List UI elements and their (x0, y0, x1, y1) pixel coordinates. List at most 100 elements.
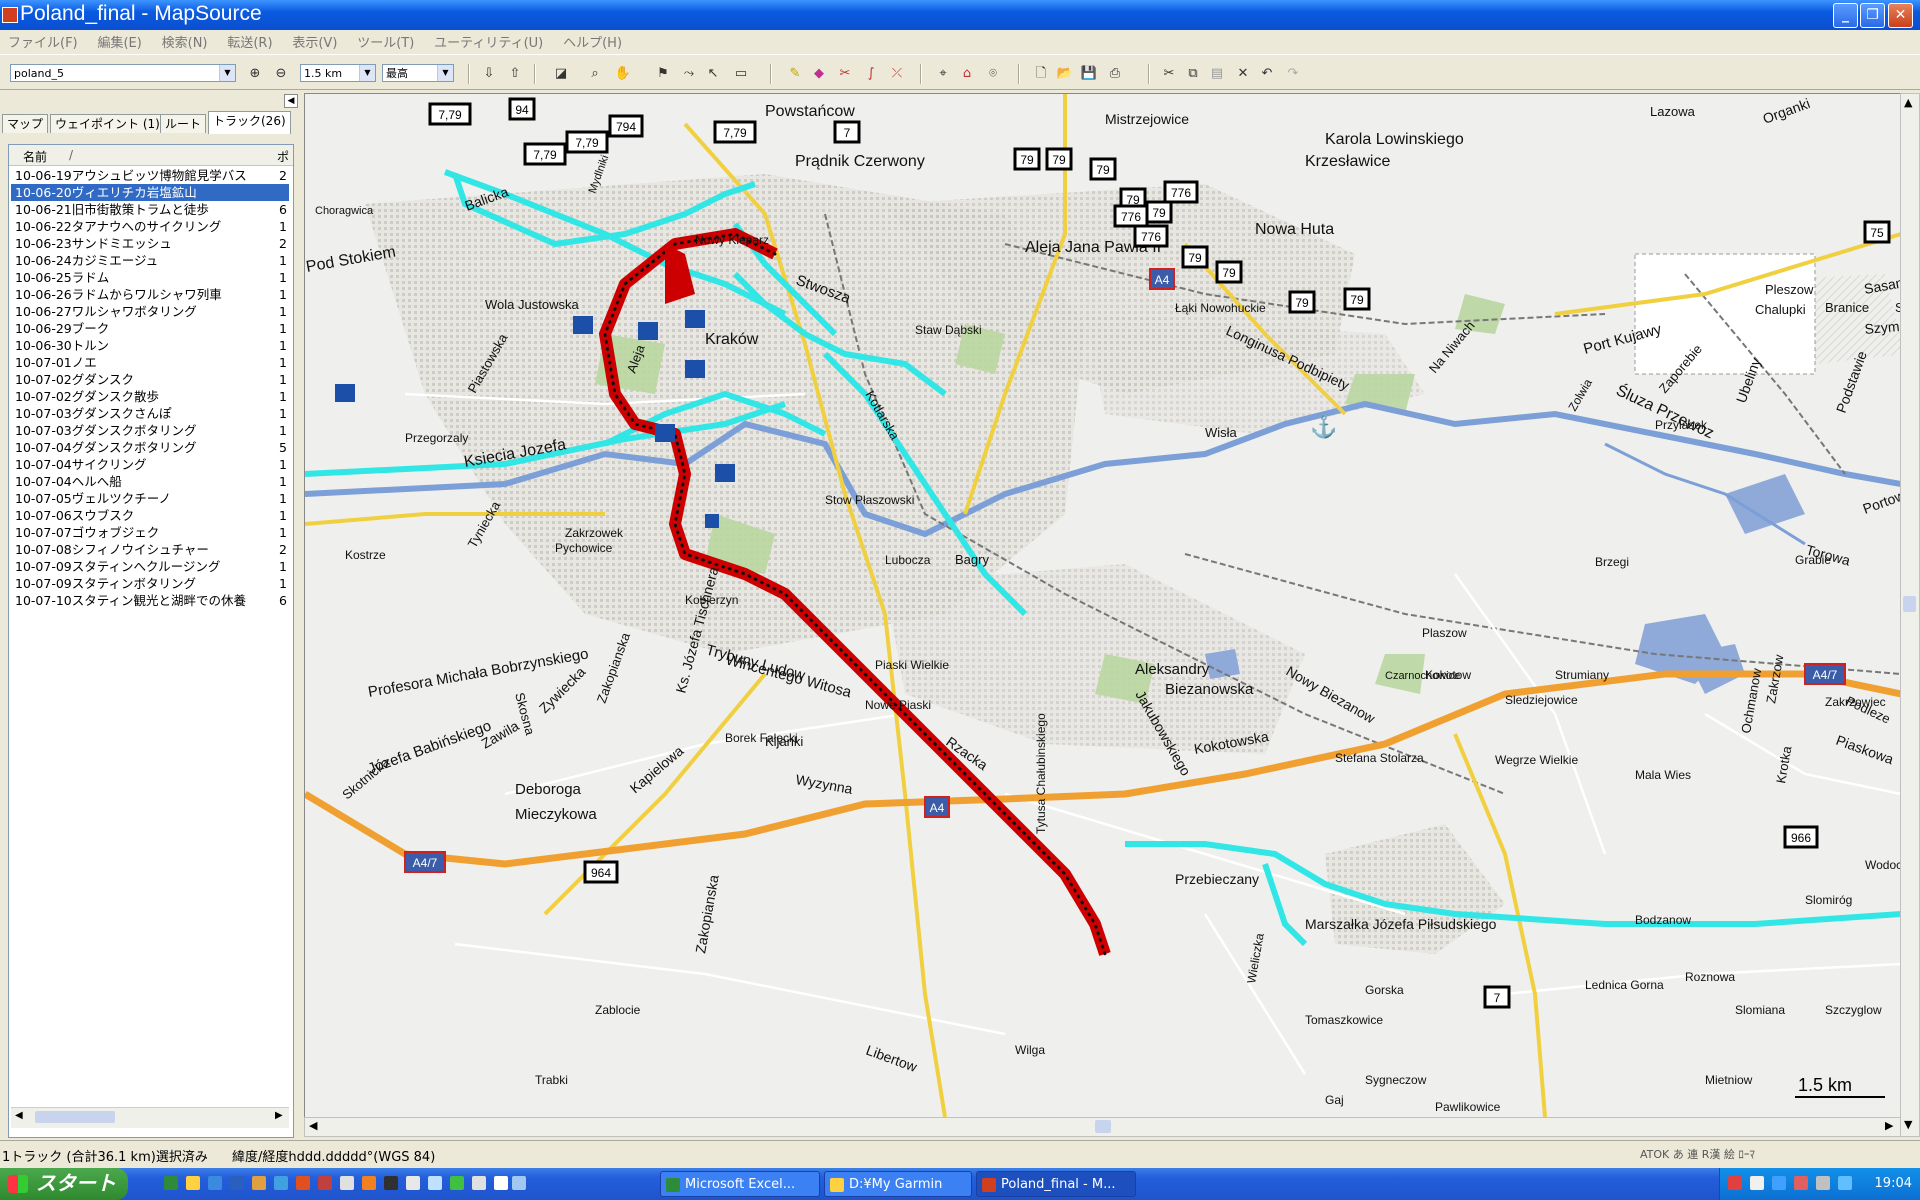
find-nearest-icon[interactable]: ⌾ (984, 66, 1002, 82)
map-canvas[interactable]: ⚓ Powstańcow Prądnik Czerwony Mistrzejowic… (305, 94, 1901, 1117)
close-button[interactable]: ✕ (1888, 3, 1913, 28)
app-quicklaunch-icon[interactable] (450, 1176, 464, 1190)
track-list-item[interactable]: 10-06-26ラドムからワルシャワ列車 1 (11, 286, 289, 303)
menu-transfer[interactable]: 転送(R) (219, 30, 280, 53)
menu-tools[interactable]: ツール(T) (349, 30, 422, 53)
track-list-item[interactable]: 10-07-01ノエ 1 (11, 354, 289, 371)
track-list-item[interactable]: 10-07-09スタティンへクルージング 1 (11, 558, 289, 575)
list-horizontal-scrollbar[interactable]: ◀ ▶ (11, 1107, 289, 1128)
zoom-tool-icon[interactable]: ⌕ (586, 66, 604, 82)
ie-quicklaunch-icon[interactable] (208, 1176, 222, 1190)
tray-app-icon[interactable] (1750, 1176, 1764, 1190)
task-mapsource[interactable]: Poland_final - M... (976, 1171, 1136, 1197)
redo-icon[interactable]: ↷ (1284, 66, 1302, 82)
track-list-item[interactable]: 10-06-22タアナウへのサイクリング 1 (11, 218, 289, 235)
chevron-down-icon[interactable]: ▼ (359, 65, 375, 81)
scroll-down-icon[interactable]: ▼ (1904, 1118, 1912, 1131)
find-icon[interactable]: ⌖ (934, 66, 952, 82)
track-list-item[interactable]: 10-07-02グダンスク散歩 1 (11, 388, 289, 405)
app-quicklaunch-icon[interactable] (384, 1176, 398, 1190)
new-file-icon[interactable]: 🗋 (1032, 66, 1050, 82)
mapsource-app-icon[interactable] (2, 7, 18, 23)
app-quicklaunch-icon[interactable] (512, 1176, 526, 1190)
tray-app-icon[interactable] (1794, 1176, 1808, 1190)
scrollbar-thumb[interactable] (1903, 596, 1916, 612)
track-list-item[interactable]: 10-07-08シフィノウイシュチャー 2 (11, 541, 289, 558)
tray-app-icon[interactable] (1728, 1176, 1742, 1190)
track-join-icon[interactable]: ∫ (862, 66, 880, 82)
detail-select[interactable]: 最高 ▼ (382, 64, 454, 82)
track-list-item[interactable]: 10-07-04グダンスクボタリング 5 (11, 439, 289, 456)
tab-tracks[interactable]: トラック(26) (208, 111, 291, 134)
chevron-down-icon[interactable]: ▼ (437, 65, 453, 81)
app-quicklaunch-icon[interactable] (318, 1176, 332, 1190)
track-list-item[interactable]: 10-06-25ラドム 1 (11, 269, 289, 286)
hand-tool-icon[interactable]: ✋ (614, 66, 632, 82)
scrollbar-thumb[interactable] (1095, 1120, 1111, 1133)
tray-volume-icon[interactable] (1816, 1176, 1830, 1190)
menu-view[interactable]: 表示(V) (284, 30, 345, 53)
track-list-item[interactable]: 10-06-30トルン 1 (11, 337, 289, 354)
task-excel[interactable]: Microsoft Excel... (660, 1171, 820, 1197)
save-file-icon[interactable]: 💾 (1080, 66, 1098, 82)
waypoint-tool-icon[interactable]: ⚑ (654, 66, 672, 82)
tab-map[interactable]: マップ (2, 114, 49, 133)
scroll-up-icon[interactable]: ▲ (1904, 96, 1912, 109)
track-list-item[interactable]: 10-07-04サイクリング 1 (11, 456, 289, 473)
track-draw-icon[interactable]: ✎ (786, 66, 804, 82)
track-list[interactable]: 名前 / ポ 10-06-19アウシュビッツ博物館見学バス 2 10-06-20ヴィ… (8, 144, 294, 1138)
menu-edit[interactable]: 編集(E) (89, 30, 149, 53)
track-divide-icon[interactable]: ⤫ (888, 66, 906, 82)
panel-collapse-icon[interactable]: ◀ (284, 94, 298, 108)
explorer-quicklaunch-icon[interactable] (186, 1176, 200, 1190)
ime-status[interactable]: ATOK あ 連 R漢 絵 ﾛｰﾏ (1640, 1146, 1755, 1162)
track-list-item[interactable]: 10-06-27ワルシャワボタリング 1 (11, 303, 289, 320)
map-vertical-scrollbar[interactable]: ▲ ▼ (1900, 93, 1920, 1137)
track-list-item[interactable]: 10-07-10スタティン観光と湖畔での休養 6 (11, 592, 289, 609)
track-list-item[interactable]: 10-07-02グダンスク 1 (11, 371, 289, 388)
map-view[interactable]: ⚓ Powstańcow Prądnik Czerwony Mistrzejowic… (304, 93, 1902, 1118)
menu-search[interactable]: 検索(N) (154, 30, 216, 53)
excel-quicklaunch-icon[interactable] (164, 1176, 178, 1190)
find-places-icon[interactable]: ⌂ (958, 66, 976, 82)
scrollbar-thumb[interactable] (35, 1111, 115, 1123)
track-list-item[interactable]: 10-06-23サンドミエッシュ 2 (11, 235, 289, 252)
track-edit-icon[interactable]: ✂ (836, 66, 854, 82)
menu-help[interactable]: ヘルプ(H) (555, 30, 630, 53)
track-list-item[interactable]: 10-06-24カジミエージュ 1 (11, 252, 289, 269)
column-header-name[interactable]: 名前 (23, 148, 47, 165)
app-quicklaunch-icon[interactable] (296, 1176, 310, 1190)
open-file-icon[interactable]: 📂 (1056, 66, 1074, 82)
send-to-device-icon[interactable]: ⇧ (506, 66, 524, 82)
column-header-points[interactable]: ポ (277, 148, 289, 165)
zoom-level-select[interactable]: 1.5 km ▼ (300, 64, 376, 82)
receive-from-device-icon[interactable]: ⇩ (480, 66, 498, 82)
scroll-right-icon[interactable]: ▶ (275, 1110, 283, 1121)
copy-icon[interactable]: ⧉ (1184, 66, 1202, 82)
maximize-button[interactable]: ❐ (1860, 3, 1885, 28)
track-list-item[interactable]: 10-06-29ブーク 1 (11, 320, 289, 337)
zoom-out-icon[interactable]: ⊖ (272, 66, 290, 82)
undo-icon[interactable]: ↶ (1258, 66, 1276, 82)
zoom-in-icon[interactable]: ⊕ (246, 66, 264, 82)
delete-icon[interactable]: ✕ (1234, 66, 1252, 82)
route-tool-icon[interactable]: ⤳ (680, 66, 698, 82)
app-quicklaunch-icon[interactable] (428, 1176, 442, 1190)
paste-icon[interactable]: ▤ (1208, 66, 1226, 82)
menu-file[interactable]: ファイル(F) (0, 30, 86, 53)
select-tool-icon[interactable]: ↖ (704, 66, 722, 82)
track-list-item[interactable]: 10-07-06スウブスク 1 (11, 507, 289, 524)
track-list-item[interactable]: 10-07-03グダンスクさんぽ 1 (11, 405, 289, 422)
app-quicklaunch-icon[interactable] (494, 1176, 508, 1190)
track-list-item[interactable]: 10-06-21旧市街散策トラムと徒歩 6 (11, 201, 289, 218)
app-quicklaunch-icon[interactable] (274, 1176, 288, 1190)
media-quicklaunch-icon[interactable] (252, 1176, 266, 1190)
track-list-item[interactable]: 10-06-20ヴィエリチカ岩塩鉱山 (11, 184, 289, 201)
track-list-item[interactable]: 10-07-03グダンスクボタリング 1 (11, 422, 289, 439)
app-quicklaunch-icon[interactable] (340, 1176, 354, 1190)
tray-app-icon[interactable] (1838, 1176, 1852, 1190)
menu-utility[interactable]: ユーティリティ(U) (426, 30, 551, 53)
app-quicklaunch-icon[interactable] (406, 1176, 420, 1190)
track-list-item[interactable]: 10-07-09スタティンボタリング 1 (11, 575, 289, 592)
measure-tool-icon[interactable]: ▭ (732, 66, 750, 82)
